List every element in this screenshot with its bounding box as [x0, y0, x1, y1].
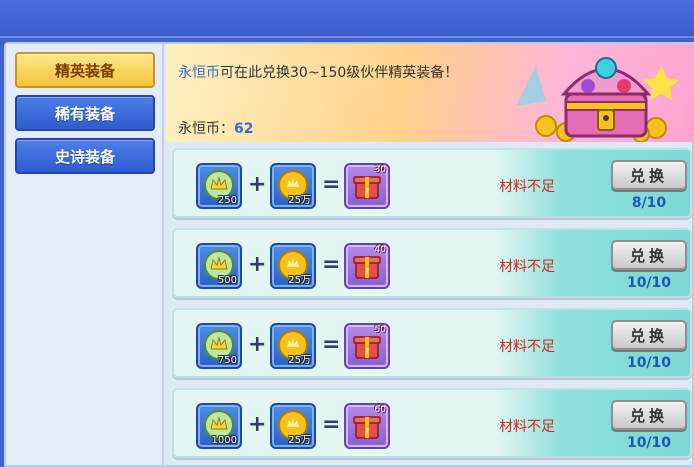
plus-icon: +: [248, 252, 267, 277]
exchange-row: 1000 + 25万 = ? 60 材料不足 兑换 10/10: [172, 388, 692, 458]
gift-level: 50: [374, 325, 386, 335]
status-text: 材料不足: [499, 339, 555, 355]
item-quantity: 25万: [288, 435, 311, 446]
item-quantity: 25万: [288, 275, 311, 286]
exchange-button[interactable]: 兑换: [611, 160, 687, 190]
plus-icon: +: [248, 412, 267, 437]
info-banner: 永恒币可在此兑换30~150级伙伴精英装备！ 永恒币：62: [166, 44, 694, 142]
exchange-button[interactable]: 兑换: [611, 400, 687, 430]
gold-coin-slot[interactable]: 25万: [270, 323, 316, 369]
exchange-count: 10/10: [626, 355, 672, 371]
exchange-row: 500 + 25万 = ? 40 材料不足 兑换 10/10: [172, 228, 692, 298]
status-text: 材料不足: [499, 179, 555, 195]
status-text: 材料不足: [499, 419, 555, 435]
top-bar: [0, 0, 694, 38]
sidebar: 精英装备 稀有装备 史诗装备: [6, 44, 164, 465]
plus-icon: +: [248, 332, 267, 357]
treasure-chest-icon: [516, 57, 679, 142]
svg-text:?: ?: [365, 187, 369, 196]
sidebar-item-label: 精英装备: [54, 61, 115, 80]
gift-box-slot[interactable]: ? 50: [344, 323, 390, 369]
currency-name: 永恒币: [178, 65, 220, 81]
balance-value: 62: [234, 121, 254, 137]
gold-coin-slot[interactable]: 25万: [270, 243, 316, 289]
svg-text:?: ?: [365, 427, 369, 436]
item-quantity: 1000: [211, 435, 237, 446]
exchange-button[interactable]: 兑换: [611, 240, 687, 270]
balance-label: 永恒币：: [178, 121, 234, 137]
exchange-count: 10/10: [626, 275, 672, 291]
currency-balance: 永恒币：62: [178, 118, 253, 138]
gift-box-slot[interactable]: ? 30: [344, 163, 390, 209]
status-text: 材料不足: [499, 259, 555, 275]
gift-level: 30: [374, 165, 386, 175]
sidebar-item-elite-equipment[interactable]: 精英装备: [15, 52, 155, 88]
exchange-count: 10/10: [626, 435, 672, 451]
exchange-row: 750 + 25万 = ? 50 材料不足 兑换 10/10: [172, 308, 692, 378]
sidebar-item-label: 史诗装备: [54, 147, 115, 166]
item-quantity: 500: [217, 275, 237, 286]
equals-icon: =: [322, 412, 341, 437]
eternal-coin-slot[interactable]: 500: [196, 243, 242, 289]
exchange-count: 8/10: [631, 195, 667, 211]
item-quantity: 750: [217, 355, 237, 366]
gold-coin-slot[interactable]: 25万: [270, 163, 316, 209]
banner-description: 永恒币可在此兑换30~150级伙伴精英装备！: [178, 62, 458, 82]
item-quantity: 25万: [288, 355, 311, 366]
exchange-button[interactable]: 兑换: [611, 320, 687, 350]
equals-icon: =: [322, 172, 341, 197]
eternal-coin-slot[interactable]: 750: [196, 323, 242, 369]
plus-icon: +: [248, 172, 267, 197]
equals-icon: =: [322, 252, 341, 277]
description-text: 可在此兑换30~150级伙伴精英装备！: [220, 65, 459, 81]
equals-icon: =: [322, 332, 341, 357]
eternal-coin-slot[interactable]: 250: [196, 163, 242, 209]
gold-coin-slot[interactable]: 25万: [270, 403, 316, 449]
gift-level: 40: [374, 245, 386, 255]
eternal-coin-slot[interactable]: 1000: [196, 403, 242, 449]
exchange-panel: 精英装备 稀有装备 史诗装备 永恒币可在此兑换30~150级伙伴精英装备！ 永恒…: [4, 42, 694, 467]
item-quantity: 250: [217, 195, 237, 206]
sidebar-item-rare-equipment[interactable]: 稀有装备: [15, 95, 155, 131]
sidebar-item-label: 稀有装备: [54, 104, 115, 123]
item-quantity: 25万: [288, 195, 311, 206]
gift-box-slot[interactable]: ? 60: [344, 403, 390, 449]
svg-text:?: ?: [365, 347, 369, 356]
exchange-row: 250 + 25万 = ? 30 材料不足 兑换 8/10: [172, 148, 692, 218]
svg-text:?: ?: [365, 267, 369, 276]
sidebar-item-epic-equipment[interactable]: 史诗装备: [15, 138, 155, 174]
gift-level: 60: [374, 405, 386, 415]
gift-box-slot[interactable]: ? 40: [344, 243, 390, 289]
